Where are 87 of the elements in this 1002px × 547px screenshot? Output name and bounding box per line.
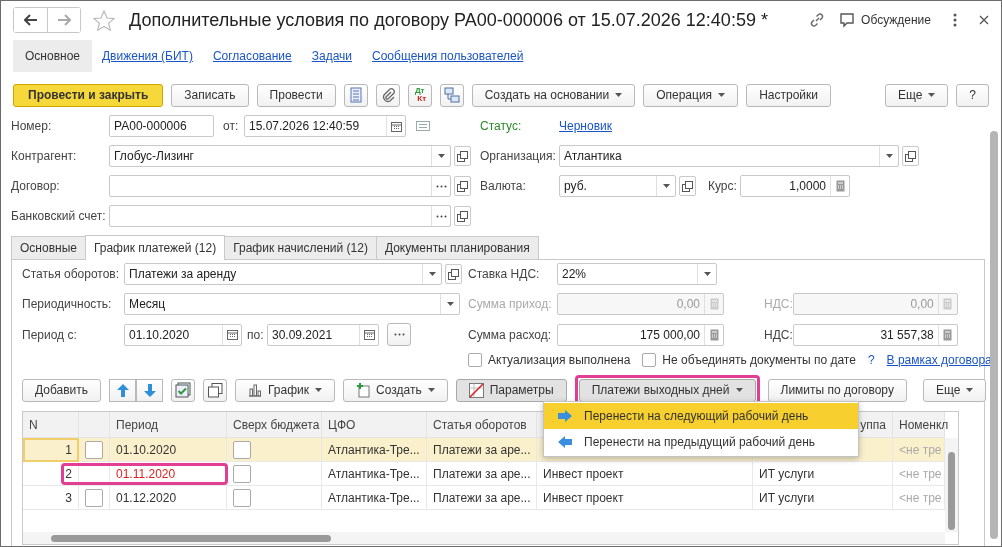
text-field[interactable]: 31 557,38 <box>792 323 958 346</box>
table-cell: Платежи за аре... <box>427 486 537 510</box>
tab[interactable]: График начислений (12) <box>224 236 377 259</box>
toolbar-button[interactable]: Записать <box>171 83 249 107</box>
field-label: Валюта: <box>480 179 527 193</box>
section-tab[interactable]: Основное <box>13 40 92 72</box>
table-cell: 2 <box>23 462 79 486</box>
field-label: по: <box>247 327 265 342</box>
table-cell: Платежи за аре... <box>427 462 537 486</box>
table-cell: 01.10.2020 <box>110 438 227 462</box>
post-and-close-button[interactable]: Провести и закрыть <box>13 83 164 107</box>
table-cell: 3 <box>23 486 79 510</box>
help-link[interactable]: ? <box>867 353 875 367</box>
discussion-button[interactable]: Обсуждение <box>837 10 933 30</box>
field-label: Курс: <box>708 179 738 193</box>
table-cell: 1 <box>23 438 79 462</box>
text-field[interactable]: 15.07.2026 12:40:59 <box>244 115 406 137</box>
field-label: Период с: <box>22 327 78 342</box>
column-header[interactable]: N <box>23 412 79 438</box>
column-header[interactable]: ЦФО <box>322 412 427 438</box>
tab[interactable]: Документы планирования <box>375 236 539 259</box>
table-cell: 01.12.2020 <box>110 486 227 510</box>
column-header[interactable]: Сверх бюджета <box>227 412 322 438</box>
field-label: НДС: <box>764 297 793 311</box>
table-cell: Атлантика-Тре... <box>322 438 427 462</box>
create-menu-button[interactable]: Создать <box>343 378 448 402</box>
table-cell: Инвест проект <box>537 486 753 510</box>
window-title: Дополнительные условия по договору РА00-000006 от 15.07.2026 12:40:59 * <box>129 9 768 31</box>
field-label: Статус: <box>480 119 523 133</box>
field-label: Контрагент: <box>11 149 78 163</box>
checkbox-label: Актуализация выполнена <box>488 353 631 367</box>
text-field[interactable]: руб. <box>559 175 676 197</box>
chart-menu-button[interactable]: График <box>235 378 336 402</box>
column-header[interactable]: Период <box>110 412 227 438</box>
menu-button[interactable]: Создать на основании <box>471 83 636 107</box>
toolbar-button[interactable]: Добавить <box>22 378 102 402</box>
section-tab[interactable]: Движения (БИТ) <box>92 40 203 72</box>
field-label: Организация: <box>480 149 557 163</box>
field-label: Статья оборотов: <box>22 267 121 281</box>
text-field[interactable]: Атлантика <box>559 145 899 167</box>
menu-item[interactable]: Перенести на предыдущий рабочий день <box>544 429 858 455</box>
text-field[interactable]: 22% <box>557 263 717 285</box>
text-field[interactable]: 01.10.2020 <box>124 323 242 346</box>
field-label: Сумма приход: <box>468 297 553 311</box>
menu-button[interactable]: Платежи выходных дней <box>578 378 756 402</box>
field-label: Ставка НДС: <box>468 267 541 281</box>
text-field[interactable]: 30.09.2021 <box>267 323 379 346</box>
menu-button[interactable]: Еще <box>884 83 949 107</box>
field-label: Банковский счет: <box>11 209 107 223</box>
field-label: Номер: <box>11 119 53 133</box>
section-tab[interactable]: Сообщения пользователей <box>362 40 534 72</box>
parameters-button[interactable]: Параметры <box>455 378 567 402</box>
field-label: Сумма расход: <box>468 327 552 342</box>
toolbar-button[interactable]: Настройки <box>746 83 831 107</box>
tab[interactable]: График платежей (12) <box>84 235 226 260</box>
text-field[interactable]: 1,0000 <box>740 175 850 197</box>
field-label: НДС: <box>764 327 793 342</box>
menu-item[interactable]: Перенести на следующий рабочий день <box>544 403 858 429</box>
table-cell: <не тре <box>893 438 945 462</box>
table-cell: 01.11.2020 <box>110 462 227 486</box>
table-cell: ИТ услуги <box>753 462 893 486</box>
table-cell: Платежи за аре... <box>427 438 537 462</box>
menu-button[interactable]: Операция <box>643 83 739 107</box>
section-tab[interactable]: Задачи <box>301 40 363 72</box>
contract-link[interactable]: В рамках договора <box>886 353 992 367</box>
field-label: Договор: <box>11 179 61 193</box>
column-header[interactable]: Статья оборотов <box>427 412 537 438</box>
table-cell: Атлантика-Тре... <box>322 462 427 486</box>
text-field[interactable]: Глобус-Лизинг <box>109 145 451 167</box>
toolbar-button[interactable]: Провести <box>256 83 336 107</box>
debit-credit-button[interactable]: Дт Кт <box>407 83 432 107</box>
menu-button[interactable]: Еще <box>922 378 987 402</box>
field-label: от: <box>223 119 240 133</box>
toolbar-button[interactable]: Лимиты по договору <box>767 378 907 402</box>
tab[interactable]: Основные <box>11 236 86 259</box>
text-field[interactable]: Платежи за аренду <box>124 263 442 285</box>
table-cell: Атлантика-Тре... <box>322 486 427 510</box>
toolbar-button[interactable]: ? <box>956 83 989 107</box>
section-tab[interactable]: Согласование <box>202 40 302 72</box>
text-field[interactable]: 175 000,00 <box>557 323 724 346</box>
text-field[interactable]: РА00-000006 <box>109 115 214 137</box>
status-link[interactable]: Черновик <box>559 119 612 133</box>
checkbox-label: Не объединять документы по дате <box>662 353 856 367</box>
text-field[interactable]: Месяц <box>124 293 460 315</box>
field-label: Периодичность: <box>22 297 113 311</box>
table-cell: ИТ услуги <box>753 486 893 510</box>
table-cell: Инвест проект <box>537 462 753 486</box>
